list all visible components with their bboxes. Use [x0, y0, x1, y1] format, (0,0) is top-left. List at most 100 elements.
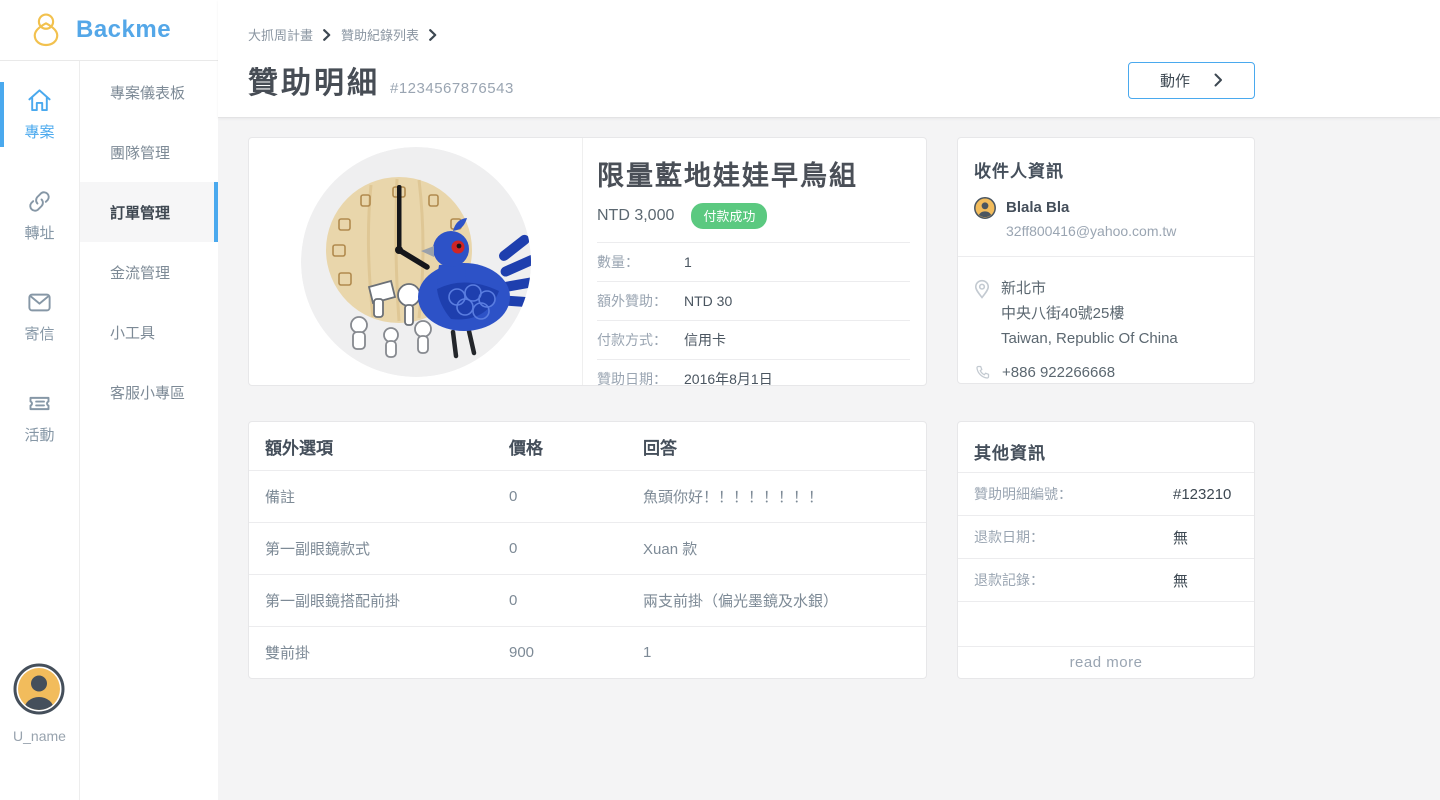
order-id: #1234567876543	[390, 80, 514, 97]
rail-user: U_name	[13, 663, 66, 800]
title-row: 贊助明細 #1234567876543 動作	[248, 58, 1410, 102]
project-menu: 專案儀表板 團隊管理 訂單管理 金流管理 小工具 客服小專區	[80, 61, 218, 800]
menu-item-label: 小工具	[110, 322, 155, 343]
table-row: 雙前掛 900 1	[249, 626, 926, 678]
detail-value: 2016年8月1日	[684, 369, 773, 389]
recipient-name: Blala Bla	[1006, 199, 1176, 216]
product-card: 限量藍地娃娃早鳥組 NTD 3,000 付款成功 數量： 1 額外贊助： NTD…	[248, 137, 927, 386]
product-image-panel	[249, 138, 583, 385]
menu-item-label: 專案儀表板	[110, 82, 185, 103]
table-row: 備註 0 魚頭你好！！！！！！！！	[249, 470, 926, 522]
other-info-title: 其他資訊	[974, 439, 1238, 472]
page-title: 贊助明細	[248, 58, 380, 102]
action-button-label: 動作	[1160, 70, 1190, 91]
menu-item-label: 團隊管理	[110, 142, 170, 163]
content: 限量藍地娃娃早鳥組 NTD 3,000 付款成功 數量： 1 額外贊助： NTD…	[218, 118, 1440, 800]
address-lines: 新北市 中央八街40號25樓 Taiwan, Republic Of China	[1001, 276, 1178, 351]
chevron-right-icon	[1214, 73, 1223, 87]
product-name: 限量藍地娃娃早鳥組	[597, 154, 910, 193]
info-row-refund-record: 退款記錄： 無	[958, 559, 1254, 602]
menu-item-orders[interactable]: 訂單管理	[80, 182, 218, 242]
address-city: 新北市	[1001, 276, 1178, 301]
cell-answer: Xuan 款	[643, 538, 926, 559]
recipient-phone: +886 922266668	[1002, 364, 1115, 381]
column-header: 回答	[643, 434, 926, 459]
rail-item-events[interactable]: 活動	[0, 388, 80, 447]
cell-price: 0	[509, 540, 643, 557]
ticket-icon	[26, 390, 53, 417]
table-row: 第一副眼鏡搭配前掛 0 兩支前掛（偏光墨鏡及水銀）	[249, 574, 926, 626]
options-table: 額外選項 價格 回答 備註 0 魚頭你好！！！！！！！！ 第一副眼鏡款式 0 X…	[248, 421, 927, 679]
recipient-card: 收件人資訊 Blala Bla 32ff800416@y	[957, 137, 1255, 384]
breadcrumb-project[interactable]: 大抓周計畫	[248, 25, 313, 44]
content-left-column: 限量藍地娃娃早鳥組 NTD 3,000 付款成功 數量： 1 額外贊助： NTD…	[248, 137, 927, 781]
menu-item-label: 訂單管理	[110, 202, 170, 223]
breadcrumb-records[interactable]: 贊助紀錄列表	[341, 25, 419, 44]
info-row-empty	[958, 602, 1254, 647]
detail-value: 1	[684, 254, 692, 270]
sidebars: 專案 轉址	[0, 61, 218, 800]
info-value: #123210	[1173, 486, 1231, 503]
menu-item-label: 金流管理	[110, 262, 170, 283]
address-street: 中央八街40號25樓	[1001, 301, 1178, 326]
rail-item-redirect[interactable]: 轉址	[0, 186, 80, 245]
icon-rail: 專案 轉址	[0, 61, 80, 800]
detail-value: NTD 30	[684, 293, 732, 309]
column-header: 額外選項	[249, 434, 509, 459]
info-row-refund-date: 退款日期： 無	[958, 516, 1254, 559]
rail-item-label: 專案	[24, 121, 54, 142]
info-row-detail-id: 贊助明細編號： #123210	[958, 473, 1254, 516]
rail-item-mail[interactable]: 寄信	[0, 287, 80, 346]
cell-answer: 1	[643, 644, 926, 661]
info-label: 退款記錄：	[974, 570, 1173, 590]
product-price: NTD 3,000	[597, 207, 674, 225]
brand-logo[interactable]: Backme	[0, 0, 218, 61]
breadcrumb: 大抓周計畫 贊助紀錄列表	[248, 0, 1410, 44]
page-header: 大抓周計畫 贊助紀錄列表 贊助明細 #1234567876543 動作	[218, 0, 1440, 118]
detail-row-payment: 付款方式： 信用卡	[597, 320, 910, 359]
menu-item-support[interactable]: 客服小專區	[80, 362, 218, 422]
mail-icon	[26, 289, 53, 316]
product-info: 限量藍地娃娃早鳥組 NTD 3,000 付款成功 數量： 1 額外贊助： NTD…	[583, 138, 926, 385]
rail-item-label: 寄信	[24, 323, 54, 344]
cell-option: 第一副眼鏡款式	[249, 538, 509, 559]
recipient-address: 新北市 中央八街40號25樓 Taiwan, Republic Of China	[974, 257, 1238, 351]
home-icon	[26, 87, 53, 114]
cell-price: 0	[509, 592, 643, 609]
user-avatar[interactable]	[13, 663, 65, 715]
menu-item-team[interactable]: 團隊管理	[80, 122, 218, 182]
column-header: 價格	[509, 434, 643, 459]
info-label: 贊助明細編號：	[974, 484, 1173, 504]
phone-icon	[974, 364, 991, 381]
cell-price: 0	[509, 488, 643, 505]
left-panel: Backme 專案	[0, 0, 218, 800]
recipient-email: 32ff800416@yahoo.com.tw	[1006, 223, 1176, 239]
menu-item-label: 客服小專區	[110, 382, 185, 403]
user-name-label: U_name	[13, 728, 66, 744]
link-icon	[26, 188, 53, 215]
rail-item-projects[interactable]: 專案	[0, 85, 80, 144]
address-country: Taiwan, Republic Of China	[1001, 326, 1178, 351]
detail-label: 贊助日期：	[597, 369, 684, 389]
detail-label: 數量：	[597, 252, 684, 272]
info-value: 無	[1173, 527, 1188, 548]
detail-value: 信用卡	[684, 330, 726, 350]
read-more-link[interactable]: read more	[974, 647, 1238, 678]
recipient-user: Blala Bla 32ff800416@yahoo.com.tw	[974, 197, 1238, 239]
brand-name: Backme	[76, 16, 171, 44]
chevron-right-icon	[323, 29, 331, 41]
title-wrap: 贊助明細 #1234567876543	[248, 58, 514, 102]
menu-item-dashboard[interactable]: 專案儀表板	[80, 62, 218, 122]
info-label: 退款日期：	[974, 527, 1173, 547]
product-photo	[301, 147, 531, 377]
backme-chick-icon	[31, 12, 61, 48]
menu-item-widgets[interactable]: 小工具	[80, 302, 218, 362]
detail-label: 付款方式：	[597, 330, 684, 350]
menu-item-finance[interactable]: 金流管理	[80, 242, 218, 302]
price-row: NTD 3,000 付款成功	[597, 203, 910, 229]
map-pin-icon	[974, 279, 990, 299]
content-right-column: 收件人資訊 Blala Bla 32ff800416@y	[957, 137, 1255, 781]
recipient-phone-row: +886 922266668	[974, 364, 1238, 381]
action-button[interactable]: 動作	[1128, 62, 1255, 99]
table-header-row: 額外選項 價格 回答	[249, 422, 926, 470]
